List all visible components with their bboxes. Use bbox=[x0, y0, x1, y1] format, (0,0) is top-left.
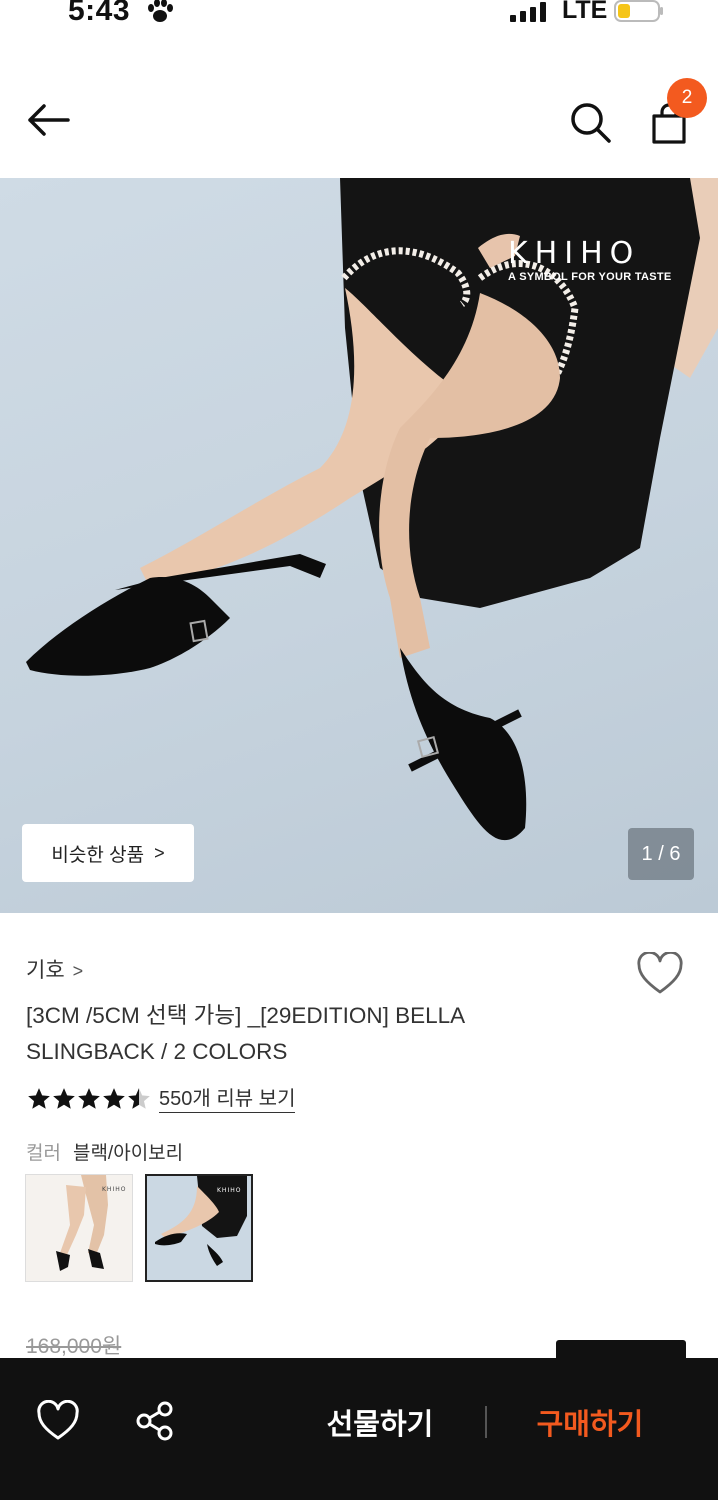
status-bar: 5:43 LTE bbox=[0, 0, 718, 36]
brand-watermark-tagline: A SYMBOL FOR YOUR TASTE bbox=[508, 271, 672, 283]
color-label: 컬러 bbox=[26, 1143, 61, 1164]
buy-button[interactable]: 구매하기 bbox=[510, 1394, 670, 1450]
svg-text:KHIHO: KHIHO bbox=[102, 1186, 126, 1193]
brand-watermark: KHIHO A SYMBOL FOR YOUR TASTE bbox=[508, 236, 672, 283]
chevron-right-icon: > bbox=[72, 961, 84, 981]
star-icon bbox=[53, 1088, 75, 1109]
heart-icon[interactable] bbox=[636, 952, 684, 996]
status-time: 5:43 bbox=[68, 0, 131, 27]
color-swatch-2-selected[interactable]: KHIHO bbox=[145, 1174, 253, 1282]
rating-stars bbox=[26, 1086, 151, 1112]
bar-divider bbox=[485, 1406, 487, 1438]
gift-button[interactable]: 선물하기 bbox=[300, 1394, 460, 1450]
product-image-carousel[interactable]: KHIHO A SYMBOL FOR YOUR TASTE 비슷한 상품 > 1… bbox=[0, 178, 718, 913]
brand-link[interactable]: 기호 > bbox=[26, 954, 83, 984]
product-photo bbox=[26, 178, 718, 841]
similar-products-label: 비슷한 상품 bbox=[51, 844, 145, 866]
svg-text:KHIHO: KHIHO bbox=[217, 1187, 241, 1194]
half-star-icon bbox=[128, 1088, 150, 1109]
swatch-thumbnail: KHIHO bbox=[147, 1176, 251, 1280]
bottom-action-bar: 선물하기 구매하기 bbox=[0, 1358, 718, 1500]
swatch-thumbnail: KHIHO bbox=[26, 1175, 132, 1281]
star-icon bbox=[78, 1088, 100, 1109]
chevron-right-icon: > bbox=[154, 842, 165, 863]
brand-watermark-name: KHIHO bbox=[508, 236, 641, 271]
back-arrow-icon[interactable] bbox=[24, 100, 72, 140]
paw-icon bbox=[148, 0, 173, 22]
similar-products-button[interactable]: 비슷한 상품 > bbox=[22, 824, 194, 882]
signal-icon bbox=[510, 2, 546, 22]
network-label: LTE bbox=[562, 0, 608, 24]
cart-count-badge: 2 bbox=[667, 78, 707, 118]
color-swatch-1[interactable]: KHIHO bbox=[25, 1174, 133, 1282]
star-icon bbox=[28, 1088, 50, 1109]
share-icon[interactable] bbox=[134, 1400, 176, 1442]
brand-name: 기호 bbox=[26, 959, 65, 982]
search-icon[interactable] bbox=[568, 100, 612, 144]
image-page-indicator: 1 / 6 bbox=[628, 828, 694, 880]
battery-icon bbox=[614, 0, 663, 22]
original-price: 168,000원 bbox=[26, 1335, 122, 1358]
color-value: 블랙/아이보리 bbox=[72, 1143, 184, 1164]
top-navigation bbox=[0, 70, 718, 170]
heart-icon[interactable] bbox=[36, 1400, 80, 1442]
rating-row: 550개 리뷰 보기 bbox=[26, 1084, 296, 1114]
color-row: 컬러 블랙/아이보리 bbox=[26, 1138, 183, 1165]
star-icon bbox=[103, 1088, 125, 1109]
review-link[interactable]: 550개 리뷰 보기 bbox=[159, 1086, 296, 1113]
product-title: [3CM /5CM 선택 가능] _[29EDITION] BELLA SLIN… bbox=[26, 1003, 464, 1064]
